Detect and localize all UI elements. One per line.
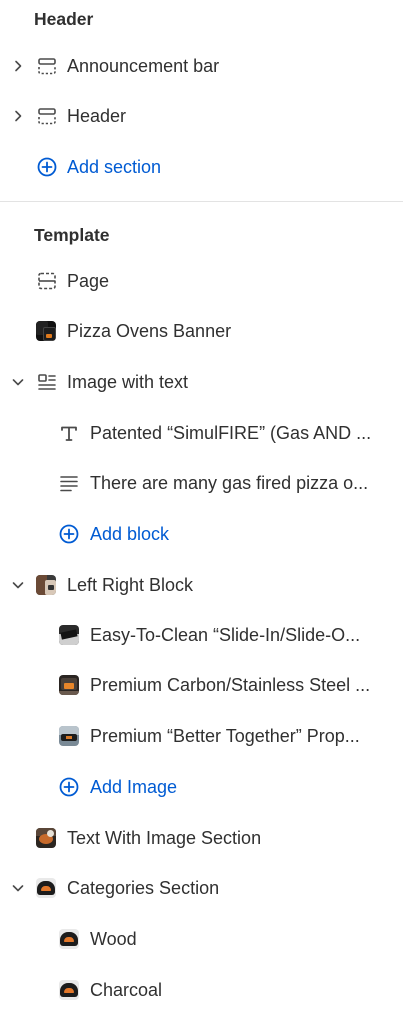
image-thumbnail-icon [59, 675, 79, 695]
add-block-label: Add block [90, 524, 170, 544]
block-image[interactable]: Premium Carbon/Stainless Steel ... [0, 665, 403, 705]
add-image-label: Add Image [90, 777, 178, 797]
block-label: Premium “Better Together” Prop... [90, 726, 360, 746]
section-label: Header [67, 106, 127, 126]
section-announcement-bar[interactable]: Announcement bar [0, 46, 403, 86]
section-image-with-text[interactable]: Image with text [0, 362, 403, 402]
section-header[interactable]: Header [0, 96, 403, 136]
banner-thumbnail-icon [36, 321, 56, 341]
left-right-thumbnail-icon [36, 575, 56, 595]
category-thumbnail-icon [59, 980, 79, 1000]
chevron-down-icon[interactable] [11, 578, 25, 592]
section-label: Image with text [67, 372, 189, 392]
block-label: Easy-To-Clean “Slide-In/Slide-O... [90, 625, 361, 645]
section-label: Page [67, 271, 110, 291]
section-label: Announcement bar [67, 56, 220, 76]
image-with-text-icon [37, 372, 57, 392]
image-thumbnail-icon [59, 726, 79, 746]
section-text-with-image[interactable]: Text With Image Section [0, 818, 403, 858]
block-text[interactable]: There are many gas fired pizza o... [0, 463, 403, 503]
add-section-button[interactable]: Add section [0, 147, 403, 187]
paragraph-icon [59, 473, 79, 493]
block-category[interactable]: Charcoal [0, 970, 403, 1010]
template-group-title: Template [34, 225, 110, 245]
category-thumbnail-icon [59, 929, 79, 949]
text-with-image-thumbnail-icon [36, 828, 56, 848]
section-pizza-ovens-banner[interactable]: Pizza Ovens Banner [0, 311, 403, 351]
plus-circle-icon [37, 157, 57, 177]
section-left-right-block[interactable]: Left Right Block [0, 565, 403, 605]
chevron-right-icon[interactable] [11, 59, 25, 73]
block-heading[interactable]: Patented “SimulFIRE” (Gas AND ... [0, 413, 403, 453]
block-image[interactable]: Premium “Better Together” Prop... [0, 716, 403, 756]
block-label: Wood [90, 929, 137, 949]
page-section-icon [37, 271, 57, 291]
block-image[interactable]: Easy-To-Clean “Slide-In/Slide-O... [0, 615, 403, 655]
chevron-down-icon[interactable] [11, 375, 25, 389]
block-label: Charcoal [90, 980, 163, 1000]
text-heading-icon [59, 423, 79, 443]
block-category[interactable]: Wood [0, 919, 403, 959]
add-block-button[interactable]: Add block [0, 514, 403, 554]
section-label: Text With Image Section [67, 828, 262, 848]
chevron-right-icon[interactable] [11, 109, 25, 123]
group-divider [0, 201, 403, 202]
plus-circle-icon [59, 777, 79, 797]
header-group-title: Header [34, 9, 94, 29]
section-page[interactable]: Page [0, 261, 403, 301]
image-thumbnail-icon [59, 625, 79, 645]
section-label: Left Right Block [67, 575, 194, 595]
add-section-label: Add section [67, 157, 162, 177]
section-label: Categories Section [67, 878, 220, 898]
plus-circle-icon [59, 524, 79, 544]
section-layout-icon [37, 56, 57, 76]
block-label: Patented “SimulFIRE” (Gas AND ... [90, 423, 372, 443]
add-image-button[interactable]: Add Image [0, 767, 403, 807]
chevron-down-icon[interactable] [11, 881, 25, 895]
categories-thumbnail-icon [36, 878, 56, 898]
section-layout-icon [37, 106, 57, 126]
block-label: Premium Carbon/Stainless Steel ... [90, 675, 371, 695]
section-label: Pizza Ovens Banner [67, 321, 232, 341]
section-categories[interactable]: Categories Section [0, 868, 403, 908]
block-label: There are many gas fired pizza o... [90, 473, 369, 493]
